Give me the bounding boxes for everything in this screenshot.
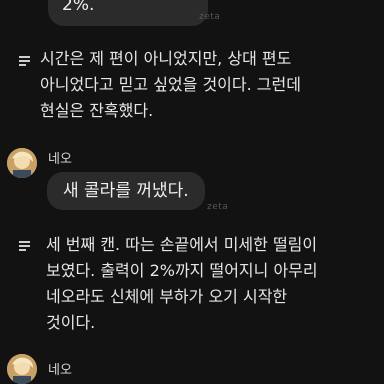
narration-block-2: 세 번째 캔. 따는 손끝에서 미세한 떨림이 보였다. 출력이 2%까지 떨어… (46, 232, 318, 336)
narration-line: 네오라도 신체에 부하가 오기 시작한 (46, 287, 288, 306)
narration-line: 시간은 제 편이 아니었지만, 상대 편도 (40, 49, 292, 68)
message-bubble-top: 2%. (48, 0, 208, 26)
watermark: zeta (207, 202, 229, 212)
avatar[interactable] (7, 148, 37, 178)
narration-icon (19, 56, 31, 66)
speaker-name: 네오 (48, 363, 72, 378)
narration-line: 세 번째 캔. 따는 손끝에서 미세한 떨림이 (46, 235, 318, 254)
message-text: 새 콜라를 꺼냈다. (63, 181, 189, 201)
narration-icon (19, 241, 31, 251)
avatar[interactable] (7, 354, 37, 384)
watermark: zeta (199, 12, 221, 22)
narration-line: 현실은 잔혹했다. (40, 101, 154, 120)
narration-block-1: 시간은 제 편이 아니었지만, 상대 편도 아니었다고 믿고 싶었을 것이다. … (40, 46, 301, 124)
chat-screen: 2%. zeta 시간은 제 편이 아니었지만, 상대 편도 아니었다고 믿고 … (0, 0, 384, 384)
speaker-name: 네오 (48, 152, 72, 167)
message-text: 2%. (62, 0, 95, 15)
narration-line: 것이다. (46, 313, 96, 332)
narration-line: 아니었다고 믿고 싶었을 것이다. 그런데 (40, 75, 301, 94)
message-bubble: 새 콜라를 꺼냈다. (47, 172, 205, 210)
narration-line: 보였다. 출력이 2%까지 떨어지니 아무리 (46, 261, 318, 280)
